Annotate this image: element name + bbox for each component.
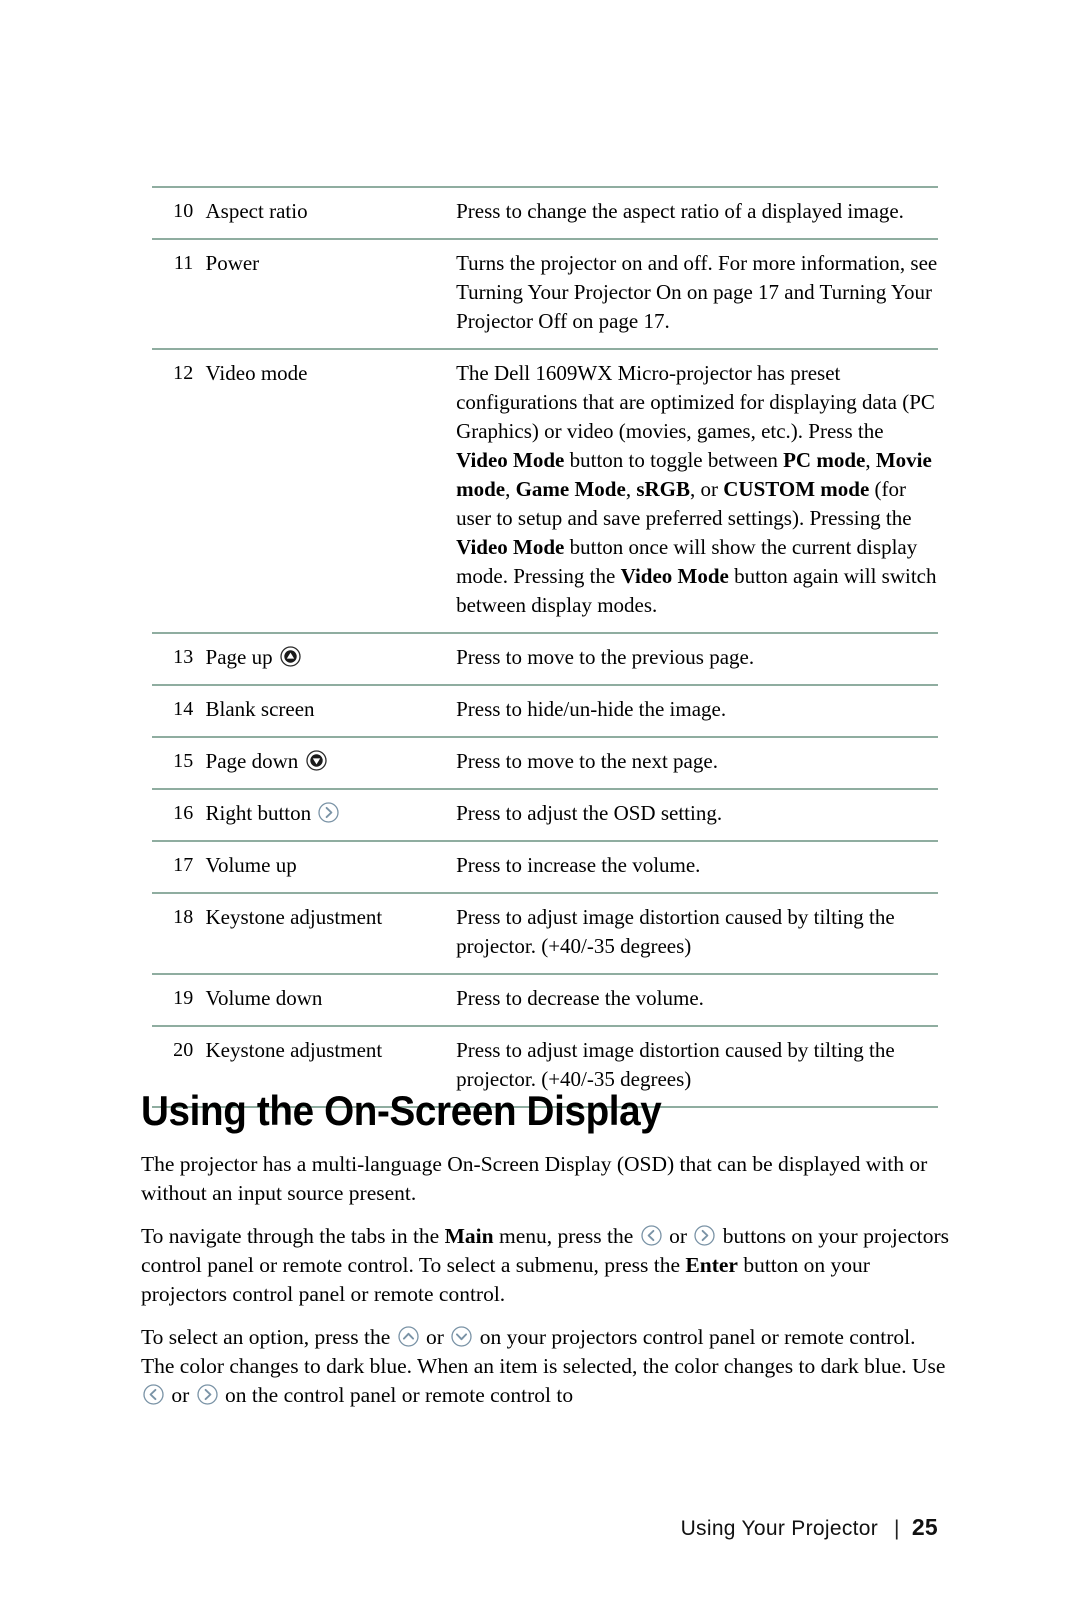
row-description: Press to decrease the volume. [456,986,704,1010]
right-chevron-key-icon [196,1383,219,1406]
right-chevron-key-icon [693,1224,716,1247]
row-control-name: Right button [206,789,457,841]
control-label: Page up [205,645,273,669]
bold-term: CUSTOM mode [723,477,870,501]
row-number: 11 [173,252,194,274]
row-description: Turns the projector on and off. For more… [456,251,938,333]
row-number: 10 [173,200,194,222]
left-chevron-key-icon [142,1383,165,1406]
section-heading: Using the On-Screen Display [141,1087,662,1134]
control-label: Keystone adjustment [205,905,383,929]
table-row: 10 Aspect ratio Press to change the aspe… [152,187,938,239]
row-description: Press to hide/un-hide the image. [456,697,727,721]
paragraph-intro: The projector has a multi-language On-Sc… [141,1152,928,1205]
text-run: The Dell 1609WX Micro-projector has pres… [456,361,935,443]
table-row: 19 Volume down Press to decrease the vol… [152,974,938,1026]
text-run: or [420,1325,450,1349]
row-number: 18 [173,906,194,928]
text-run: or [166,1383,195,1407]
bold-main: Main [444,1224,494,1248]
controls-spec-table: 10 Aspect ratio Press to change the aspe… [152,186,938,1108]
row-description: The Dell 1609WX Micro-projector has pres… [456,349,938,633]
left-chevron-key-icon [640,1224,663,1247]
up-chevron-key-icon [397,1325,420,1348]
page-down-key-icon [305,749,328,772]
row-number: 13 [173,646,194,668]
bold-enter: Enter [685,1253,738,1277]
bold-term: Video Mode [456,535,565,559]
text-run: To navigate through the tabs in the [141,1224,445,1248]
paragraph-select-option: To select an option, press the or on you… [141,1323,953,1410]
row-number: 12 [173,362,194,384]
table-row: 12 Video mode The Dell 1609WX Micro-proj… [152,349,938,633]
row-number: 16 [173,802,194,824]
row-description: Press to move to the previous page. [456,645,755,669]
control-label: Blank screen [205,697,315,721]
row-description: Press to change the aspect ratio of a di… [456,199,904,223]
right-chevron-key-icon [317,801,340,824]
bold-term: Video Mode [620,564,729,588]
table-row: 16 Right button Press to adjust the OSD … [152,789,938,841]
row-control-name: Volume up [206,841,457,893]
row-number: 19 [173,987,194,1009]
footer-separator: | [894,1517,900,1540]
table-row: 14 Blank screen Press to hide/un-hide th… [152,685,938,737]
text-run: menu, press the [493,1224,639,1248]
control-label: Video mode [205,361,308,385]
paragraph-navigate: To navigate through the tabs in the Main… [141,1222,953,1309]
row-control-name: Page down [206,737,457,789]
table-row: 13 Page up Press to move to the previous… [152,633,938,685]
control-label: Volume down [205,986,323,1010]
control-label: Page down [205,749,299,773]
control-label: Keystone adjustment [205,1038,383,1062]
table-row: 15 Page down Press to move to the next p… [152,737,938,789]
down-chevron-key-icon [450,1325,473,1348]
text-run: To select an option, press the [141,1325,396,1349]
bold-term: PC mode [783,448,866,472]
row-number: 14 [173,698,194,720]
text-run: , [625,477,637,501]
row-number: 17 [173,854,194,876]
table-row: 18 Keystone adjustment Press to adjust i… [152,893,938,974]
text-run: on the control panel or remote control t… [219,1383,574,1407]
bold-term: Video Mode [456,448,565,472]
row-description: Press to move to the next page. [456,749,718,773]
row-description: Press to increase the volume. [456,853,701,877]
row-description: Press to adjust the OSD setting. [456,801,723,825]
footer-section-label: Using Your Projector [680,1517,879,1540]
body-copy: The projector has a multi-language On-Sc… [141,1150,953,1410]
text-run: , [505,477,516,501]
row-control-name: Video mode [206,349,457,633]
page-footer: Using Your Projector | 25 [0,1514,938,1541]
text-run: , or [690,477,724,501]
bold-term: sRGB [636,477,690,501]
row-number: 15 [173,750,194,772]
page-up-key-icon [279,645,302,668]
footer-page-number: 25 [911,1514,938,1540]
control-label: Volume up [205,853,297,877]
table-body: 10 Aspect ratio Press to change the aspe… [152,187,938,1107]
row-control-name: Page up [206,633,457,685]
row-control-name: Volume down [206,974,457,1026]
row-control-name: Keystone adjustment [206,893,457,974]
row-description: Press to adjust image distortion caused … [456,905,895,958]
bold-term: Game Mode [515,477,626,501]
control-label: Right button [205,801,312,825]
row-control-name: Aspect ratio [206,187,457,239]
control-label: Aspect ratio [205,199,308,223]
table-row: 11 Power Turns the projector on and off.… [152,239,938,349]
text-run: or [663,1224,693,1248]
document-page: 10 Aspect ratio Press to change the aspe… [0,0,1080,1620]
text-run: button to toggle between [564,448,784,472]
row-control-name: Power [206,239,457,349]
row-control-name: Blank screen [206,685,457,737]
table-row: 17 Volume up Press to increase the volum… [152,841,938,893]
text-run: , [865,448,876,472]
control-label: Power [205,251,260,275]
